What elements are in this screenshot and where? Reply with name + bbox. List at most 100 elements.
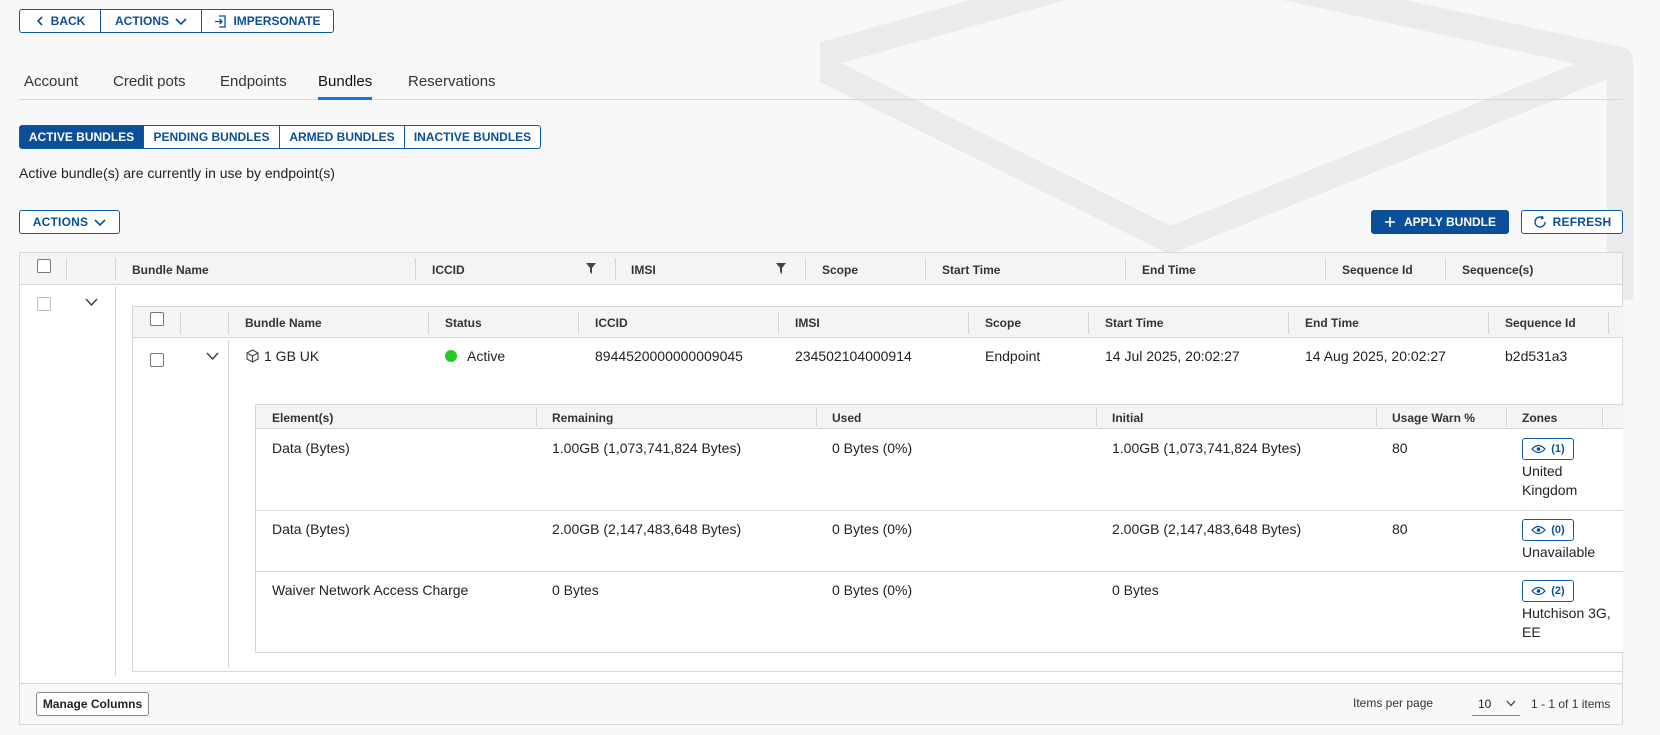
nested-col-scope[interactable]: Scope [985, 316, 1021, 330]
col-end-time[interactable]: End Time [1142, 263, 1196, 277]
items-per-page-value: 10 [1478, 696, 1492, 711]
header-divider [578, 312, 579, 334]
col-start-time[interactable]: Start Time [942, 263, 1000, 277]
element-remaining: 0 Bytes [552, 582, 599, 598]
bundle-name[interactable]: 1 GB UK [264, 348, 319, 364]
element-initial: 0 Bytes [1112, 582, 1159, 598]
tab-account[interactable]: Account [24, 73, 78, 100]
nested-col-sequence-id[interactable]: Sequence Id [1505, 316, 1576, 330]
header-divider [1125, 258, 1126, 280]
element-initial: 1.00GB (1,073,741,824 Bytes) [1112, 440, 1302, 456]
row-divider [256, 571, 1623, 572]
header-divider [1608, 312, 1609, 334]
zones-button[interactable]: (2) [1522, 580, 1574, 602]
nested-col-imsi[interactable]: IMSI [795, 316, 820, 330]
nested-col-start-time[interactable]: Start Time [1105, 316, 1163, 330]
el-col-zones[interactable]: Zones [1522, 411, 1557, 425]
element-used: 0 Bytes (0%) [832, 440, 913, 456]
bundle-start-time: 14 Jul 2025, 20:02:27 [1105, 348, 1240, 364]
tab-bundles[interactable]: Bundles [318, 73, 373, 100]
status-dot [445, 350, 457, 362]
manage-columns-button[interactable]: Manage Columns [36, 692, 149, 716]
header-divider [428, 312, 429, 334]
refresh-label: REFRESH [1552, 215, 1612, 229]
col-sequences[interactable]: Sequence(s) [1462, 263, 1533, 277]
filter-icon[interactable] [586, 263, 596, 274]
impersonate-button[interactable]: IMPERSONATE [202, 9, 334, 33]
bundle-row-checkbox[interactable] [150, 353, 164, 367]
impersonate-label: IMPERSONATE [233, 14, 321, 28]
refresh-button[interactable]: REFRESH [1521, 210, 1623, 234]
nested-col-iccid[interactable]: ICCID [595, 316, 628, 330]
chevron-down-icon[interactable] [206, 352, 219, 361]
el-col-remaining[interactable]: Remaining [552, 411, 613, 425]
pagination-range: 1 - 1 of 1 items [1531, 697, 1611, 711]
top-toolbar: BACK ACTIONS IMPERSONATE [19, 9, 334, 33]
list-actions-button[interactable]: ACTIONS [19, 210, 120, 234]
refresh-icon [1533, 215, 1546, 228]
detail-divider [228, 340, 229, 668]
el-col-used[interactable]: Used [832, 411, 861, 425]
zones-count: (0) [1551, 524, 1565, 536]
bundles-description: Active bundle(s) are currently in use by… [19, 165, 335, 181]
select-all-checkbox[interactable] [37, 259, 51, 273]
actions-dropdown-button[interactable]: ACTIONS [101, 9, 202, 33]
nested-col-bundle-name[interactable]: Bundle Name [245, 316, 322, 330]
armed-bundles-button[interactable]: ARMED BUNDLES [280, 125, 405, 149]
apply-bundle-button[interactable]: APPLY BUNDLE [1371, 210, 1509, 234]
zones-count: (1) [1551, 443, 1565, 455]
element-usage-warn: 80 [1392, 440, 1408, 456]
list-actions-label: ACTIONS [32, 215, 89, 229]
nested-grid-header [133, 307, 1623, 338]
bundle-iccid: 8944520000000009045 [595, 348, 743, 364]
plus-icon [1384, 217, 1395, 227]
col-scope[interactable]: Scope [822, 263, 858, 277]
col-iccid[interactable]: ICCID [432, 263, 465, 277]
row-checkbox[interactable] [37, 297, 51, 311]
inactive-bundles-button[interactable]: INACTIVE BUNDLES [405, 125, 541, 149]
header-divider [1445, 258, 1446, 280]
nested-col-end-time[interactable]: End Time [1305, 316, 1359, 330]
el-col-usage-warn[interactable]: Usage Warn % [1392, 411, 1475, 425]
eye-icon [1531, 444, 1547, 454]
bundle-filter-group: ACTIVE BUNDLES PENDING BUNDLES ARMED BUN… [19, 125, 541, 149]
actions-label: ACTIONS [115, 14, 169, 28]
element-name: Data (Bytes) [272, 440, 350, 456]
chevron-left-icon [36, 16, 43, 26]
chevron-down-icon [94, 219, 106, 227]
header-divider [925, 258, 926, 280]
zone-name: Unavailable [1522, 544, 1596, 560]
chevron-down-icon[interactable] [85, 298, 98, 307]
zone-name: Hutchison 3G, EE [1522, 605, 1611, 640]
header-divider [66, 258, 67, 280]
tab-reservations[interactable]: Reservations [408, 73, 496, 100]
bundle-end-time: 14 Aug 2025, 20:02:27 [1305, 348, 1446, 364]
header-divider [536, 408, 537, 426]
apply-bundle-label: APPLY BUNDLE [1403, 215, 1497, 229]
zones-button[interactable]: (0) [1522, 519, 1574, 541]
el-col-initial[interactable]: Initial [1112, 411, 1143, 425]
element-remaining: 1.00GB (1,073,741,824 Bytes) [552, 440, 742, 456]
tab-endpoints[interactable]: Endpoints [220, 73, 287, 100]
el-col-elements[interactable]: Element(s) [272, 411, 333, 425]
pending-bundles-button[interactable]: PENDING BUNDLES [144, 125, 280, 149]
header-divider [1376, 408, 1377, 426]
nested-col-status[interactable]: Status [445, 316, 482, 330]
nested-select-all-checkbox[interactable] [150, 312, 164, 326]
filter-icon[interactable] [776, 263, 786, 274]
active-bundles-button[interactable]: ACTIVE BUNDLES [19, 125, 144, 149]
header-divider [1288, 312, 1289, 334]
zones-button[interactable]: (1) [1522, 438, 1574, 460]
back-label: BACK [50, 14, 86, 28]
col-sequence-id[interactable]: Sequence Id [1342, 263, 1413, 277]
col-bundle-name[interactable]: Bundle Name [132, 263, 209, 277]
bundle-status: Active [467, 348, 506, 364]
back-button[interactable]: BACK [19, 9, 101, 33]
tab-credit-pots[interactable]: Credit pots [113, 73, 186, 100]
header-divider [228, 312, 229, 334]
items-per-page-select[interactable]: 10 [1472, 692, 1520, 716]
element-used: 0 Bytes (0%) [832, 521, 913, 537]
col-imsi[interactable]: IMSI [631, 263, 656, 277]
element-remaining: 2.00GB (2,147,483,648 Bytes) [552, 521, 742, 537]
header-divider [1088, 312, 1089, 334]
